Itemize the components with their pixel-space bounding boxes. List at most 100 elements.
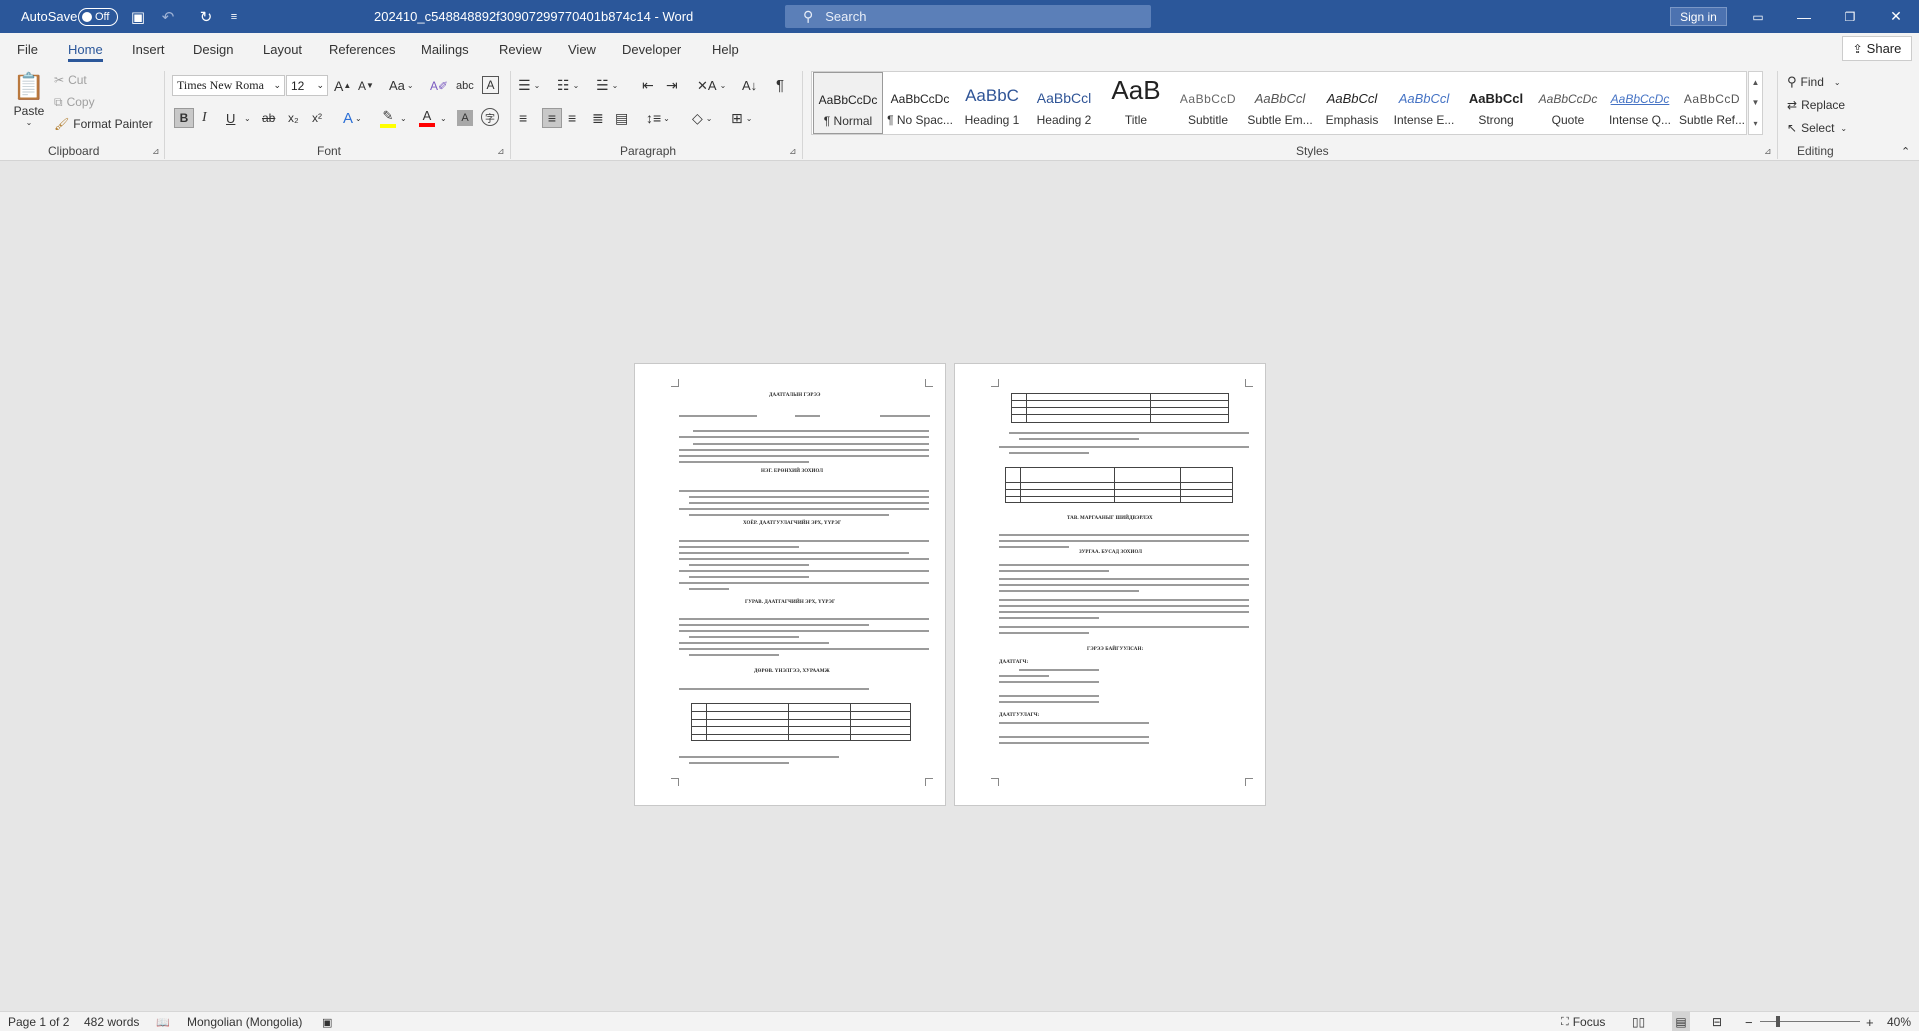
font-color-dropdown-icon[interactable]: ⌄ bbox=[440, 108, 447, 128]
align-left-icon[interactable]: ≡ bbox=[519, 108, 527, 128]
sign-in-button[interactable]: Sign in bbox=[1670, 7, 1727, 26]
autosave-toggle[interactable]: Off bbox=[78, 0, 118, 33]
style-emphasis[interactable]: AaBbCcl Emphasis bbox=[1317, 72, 1387, 134]
tab-mailings[interactable]: Mailings bbox=[421, 33, 469, 65]
save-icon[interactable]: ▣ bbox=[128, 0, 148, 33]
zoom-slider[interactable] bbox=[1760, 1021, 1860, 1022]
sort-icon[interactable]: A↓ bbox=[742, 75, 757, 96]
style-subtle-emphasis[interactable]: AaBbCcl Subtle Em... bbox=[1245, 72, 1315, 134]
tab-developer[interactable]: Developer bbox=[622, 33, 681, 65]
shrink-font-button[interactable]: A ▼ bbox=[358, 75, 374, 96]
style-title[interactable]: AaB Title bbox=[1101, 72, 1171, 134]
style-subtle-reference[interactable]: AaBbCcD Subtle Ref... bbox=[1677, 72, 1747, 134]
more-styles-icon[interactable]: ▾ bbox=[1753, 119, 1757, 128]
shading-icon[interactable]: ◇ ⌄ bbox=[692, 108, 712, 128]
style-heading-2[interactable]: AaBbCcl Heading 2 bbox=[1029, 72, 1099, 134]
phonetic-guide-icon[interactable]: abc bbox=[456, 75, 474, 96]
numbering-icon[interactable]: ☷ ⌄ bbox=[557, 75, 579, 96]
font-launcher-icon[interactable]: ⊿ bbox=[497, 146, 505, 157]
word-count[interactable]: 482 words bbox=[84, 1012, 139, 1031]
strikethrough-button[interactable]: ab bbox=[262, 108, 275, 128]
line-spacing-icon[interactable]: ↕≡ ⌄ bbox=[646, 108, 670, 128]
highlight-color-button[interactable]: ✎ bbox=[380, 108, 396, 128]
tab-home[interactable]: Home bbox=[68, 33, 103, 65]
multilevel-list-icon[interactable]: ☱ ⌄ bbox=[596, 75, 618, 96]
grow-font-button[interactable]: A ▲ bbox=[334, 75, 351, 96]
zoom-in-icon[interactable]: + bbox=[1866, 1012, 1874, 1031]
web-layout-icon[interactable]: ⊟ bbox=[1712, 1012, 1722, 1031]
italic-button[interactable]: I bbox=[202, 108, 207, 128]
justify-icon[interactable]: ≣ bbox=[592, 108, 604, 128]
document-area[interactable]: ДААТГАЛЫН ГЭРЭЭ НЭГ. ЕРӨНХИЙ ЗОХИОЛ ХОЁР… bbox=[0, 161, 1919, 1011]
close-icon[interactable]: ✕ bbox=[1873, 0, 1919, 33]
style-subtitle[interactable]: AaBbCcD Subtitle bbox=[1173, 72, 1243, 134]
zoom-level[interactable]: 40% bbox=[1887, 1012, 1911, 1031]
font-size-box[interactable]: 12 ⌄ bbox=[286, 75, 328, 96]
decrease-indent-icon[interactable]: ⇤ bbox=[642, 75, 654, 96]
font-name-box[interactable]: Times New Roma ⌄ bbox=[172, 75, 285, 96]
restore-icon[interactable]: ❐ bbox=[1827, 0, 1873, 33]
replace-button[interactable]: ⇄ Replace bbox=[1787, 96, 1845, 114]
enclose-characters-icon[interactable]: 字 bbox=[481, 108, 499, 126]
page-2[interactable]: ТАВ. МАРГААНЫГ ШИЙДВЭРЛЭХ ЗУРГАА. БУСАД … bbox=[954, 363, 1266, 806]
chevron-up-icon[interactable]: ▲ bbox=[1752, 78, 1760, 87]
tab-layout[interactable]: Layout bbox=[263, 33, 302, 65]
bold-button[interactable]: B bbox=[174, 108, 194, 128]
character-border-icon[interactable]: A bbox=[482, 76, 499, 94]
style-intense-quote[interactable]: AaBbCcDc Intense Q... bbox=[1605, 72, 1675, 134]
zoom-out-icon[interactable]: − bbox=[1745, 1012, 1753, 1031]
ribbon-display-icon[interactable]: ▭ bbox=[1735, 0, 1781, 33]
align-right-icon[interactable]: ≡ bbox=[568, 108, 576, 128]
select-button[interactable]: ↖ Select ⌄ bbox=[1787, 119, 1847, 137]
print-layout-icon[interactable]: ▤ bbox=[1672, 1012, 1690, 1031]
align-center-icon[interactable]: ≡ bbox=[542, 108, 562, 128]
read-mode-icon[interactable]: ▯▯ bbox=[1632, 1012, 1645, 1031]
tab-view[interactable]: View bbox=[568, 33, 596, 65]
tab-review[interactable]: Review bbox=[499, 33, 542, 65]
superscript-button[interactable]: x² bbox=[312, 108, 322, 128]
character-shading-icon[interactable]: A bbox=[457, 110, 473, 126]
paste-button[interactable]: 📋 Paste ⌄ bbox=[12, 71, 46, 127]
text-effects-icon[interactable]: A ⌄ bbox=[343, 108, 362, 128]
asian-layout-icon[interactable]: ✕A ⌄ bbox=[697, 75, 726, 96]
focus-button[interactable]: ⛶ Focus bbox=[1561, 1012, 1605, 1031]
paragraph-launcher-icon[interactable]: ⊿ bbox=[789, 146, 797, 157]
style-no-spacing[interactable]: AaBbCcDc ¶ No Spac... bbox=[885, 72, 955, 134]
share-button[interactable]: ⇪ Share bbox=[1842, 36, 1912, 61]
undo-icon[interactable]: ↶ bbox=[158, 0, 178, 33]
format-painter-button[interactable]: 🖌 Format Painter bbox=[54, 115, 153, 133]
subscript-button[interactable]: x₂ bbox=[288, 108, 299, 128]
style-strong[interactable]: AaBbCcl Strong bbox=[1461, 72, 1531, 134]
style-intense-emphasis[interactable]: AaBbCcl Intense E... bbox=[1389, 72, 1459, 134]
customize-qat-icon[interactable]: ≡ bbox=[224, 0, 244, 33]
tab-file[interactable]: File bbox=[17, 33, 38, 65]
style-quote[interactable]: AaBbCcDc Quote bbox=[1533, 72, 1603, 134]
page-1[interactable]: ДААТГАЛЫН ГЭРЭЭ НЭГ. ЕРӨНХИЙ ЗОХИОЛ ХОЁР… bbox=[634, 363, 946, 806]
tab-help[interactable]: Help bbox=[712, 33, 739, 65]
chevron-down-icon[interactable]: ▼ bbox=[1752, 98, 1760, 107]
tab-insert[interactable]: Insert bbox=[132, 33, 165, 65]
proofing-icon[interactable]: 📖 bbox=[156, 1012, 170, 1031]
distributed-icon[interactable]: ▤ bbox=[615, 108, 628, 128]
pilcrow-icon[interactable]: ¶ bbox=[776, 75, 784, 96]
accessibility-icon[interactable]: ▣ bbox=[322, 1012, 332, 1031]
search-input[interactable]: ⚲ Search bbox=[785, 5, 1151, 28]
redo-icon[interactable]: ↻ bbox=[196, 0, 216, 33]
clipboard-launcher-icon[interactable]: ⊿ bbox=[152, 146, 160, 157]
underline-dropdown-icon[interactable]: ⌄ bbox=[244, 108, 251, 128]
copy-button[interactable]: ⧉ Copy bbox=[54, 93, 95, 111]
page-count[interactable]: Page 1 of 2 bbox=[8, 1012, 69, 1031]
language-indicator[interactable]: Mongolian (Mongolia) bbox=[187, 1012, 302, 1031]
tab-design[interactable]: Design bbox=[193, 33, 233, 65]
tab-references[interactable]: References bbox=[329, 33, 395, 65]
increase-indent-icon[interactable]: ⇥ bbox=[666, 75, 678, 96]
change-case-button[interactable]: Aa ⌄ bbox=[389, 75, 414, 96]
font-color-button[interactable]: A bbox=[419, 108, 435, 128]
style-normal[interactable]: AaBbCcDc ¶ Normal bbox=[813, 72, 883, 134]
cut-button[interactable]: ✂ Cut bbox=[54, 71, 87, 89]
zoom-slider-thumb[interactable] bbox=[1776, 1016, 1780, 1027]
highlight-dropdown-icon[interactable]: ⌄ bbox=[400, 108, 407, 128]
style-heading-1[interactable]: AaBbC Heading 1 bbox=[957, 72, 1027, 134]
minimize-icon[interactable]: — bbox=[1781, 0, 1827, 33]
borders-icon[interactable]: ⊞ ⌄ bbox=[731, 108, 752, 128]
